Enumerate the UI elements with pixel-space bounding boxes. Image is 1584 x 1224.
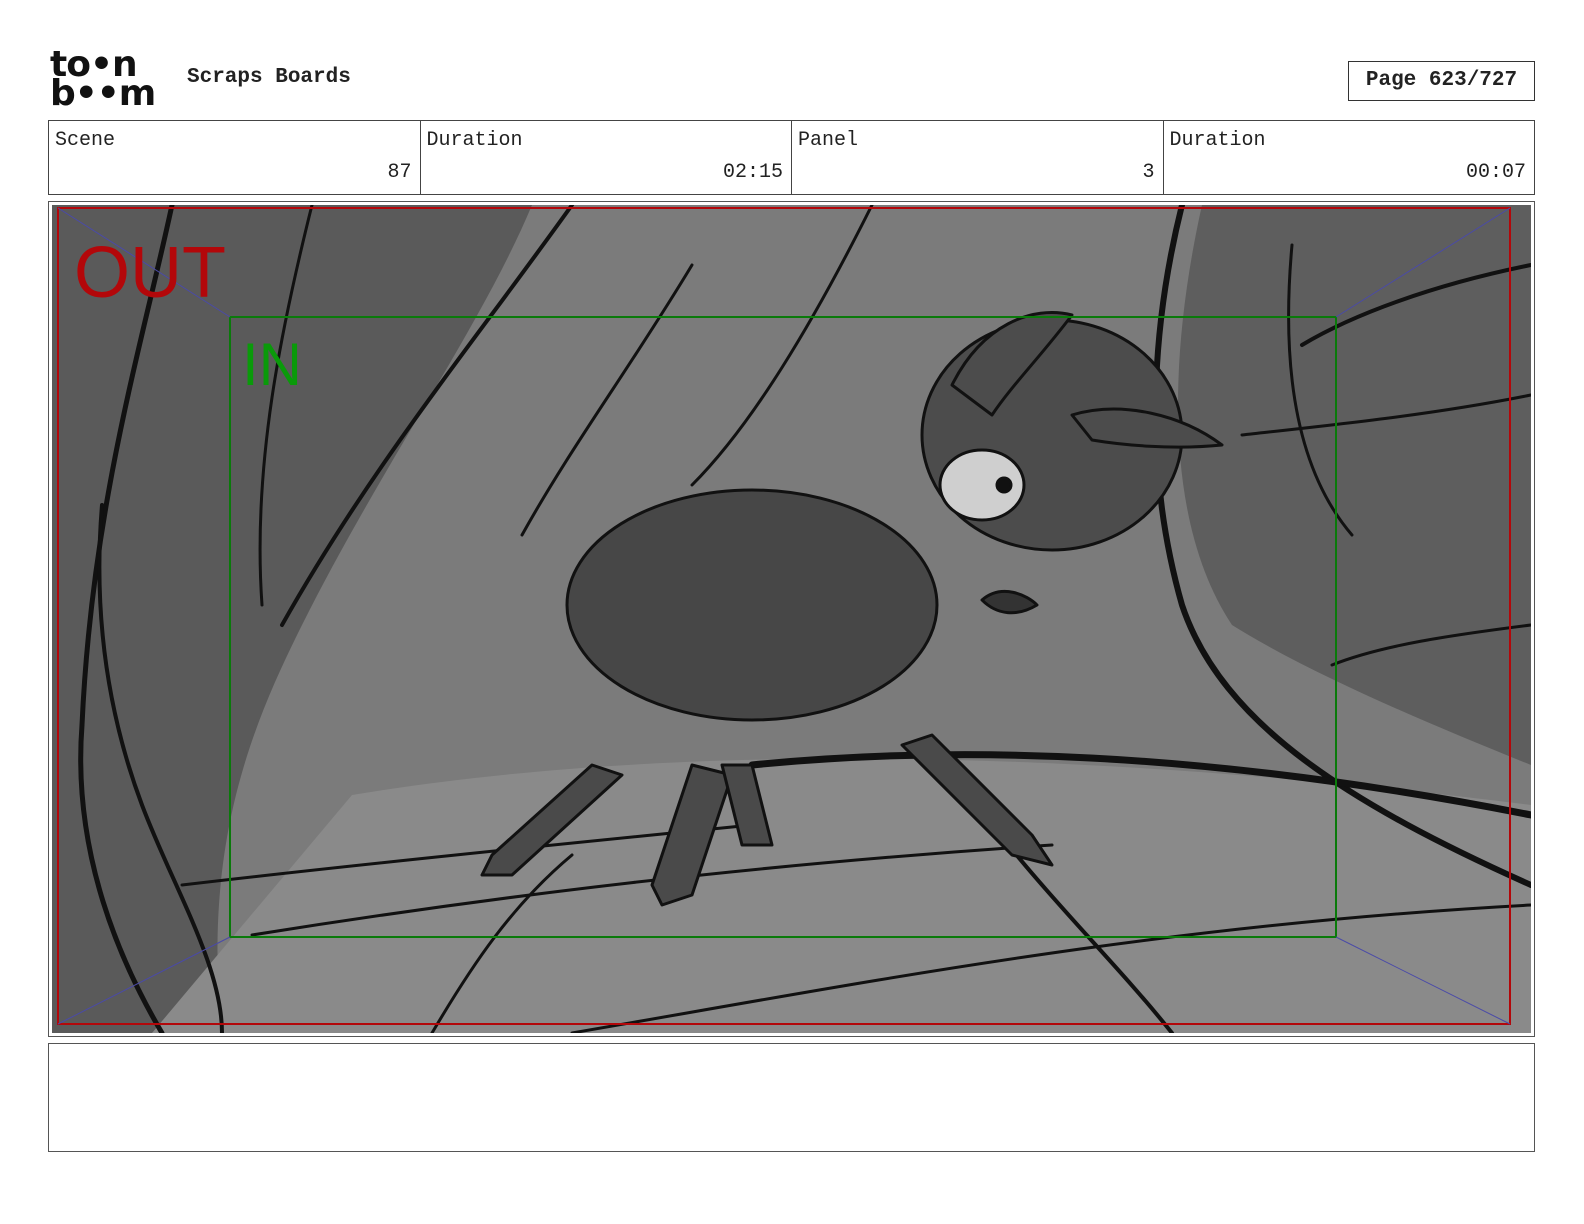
scene-duration-value: 02:15 [722,161,783,184]
scene-cell: Scene 87 [49,121,421,194]
storyboard-panel-image: OUT IN [52,205,1531,1033]
document-title: Scraps Boards [187,66,351,89]
panel-duration-cell: Duration 00:07 [1164,121,1535,194]
in-frame-label: IN [242,331,302,398]
panel-duration-label: Duration [1169,129,1266,152]
scene-label: Scene [55,129,116,152]
scene-duration-label: Duration [426,129,523,152]
scene-duration-cell: Duration 02:15 [421,121,792,194]
notes-box [48,1043,1535,1152]
scene-value: 87 [387,161,412,184]
panel-duration-value: 00:07 [1465,161,1526,184]
scene-info-row: Scene 87 Duration 02:15 Panel 3 Duration… [48,120,1535,195]
page-indicator: Page 623/727 [1348,61,1535,101]
out-frame-label: OUT [74,233,226,313]
toon-boom-logo: to•n b••m [50,47,165,114]
panel-label: Panel [798,129,859,152]
panel-value: 3 [1142,161,1155,184]
logo-line-2: b••m [50,73,156,114]
panel-cell: Panel 3 [792,121,1164,194]
light-ground [152,758,1531,1033]
